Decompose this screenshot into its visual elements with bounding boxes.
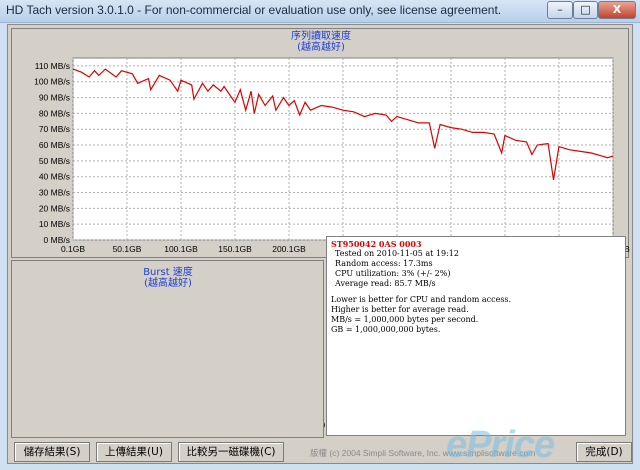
read-y-tick-label: 30 MB/s bbox=[39, 188, 70, 198]
read-x-tick-label: 50.1GB bbox=[113, 244, 142, 254]
burst-chart-panel: Burst 速度 (越高越好) bbox=[11, 260, 324, 438]
random-access: Random access: 17.3ms bbox=[335, 259, 433, 268]
note-higher-better: Higher is better for average read. bbox=[331, 305, 469, 314]
read-y-tick-label: 10 MB/s bbox=[39, 219, 70, 229]
read-y-tick-label: 110 MB/s bbox=[35, 61, 70, 71]
read-y-tick-label: 80 MB/s bbox=[39, 108, 70, 118]
read-y-tick-label: 20 MB/s bbox=[39, 203, 70, 213]
read-y-tick-label: 60 MB/s bbox=[39, 140, 70, 150]
drive-model: ST950042 0AS 0003 bbox=[331, 239, 422, 249]
compare-drive-button[interactable]: 比較另一磁碟機(C) bbox=[178, 442, 284, 462]
burst-chart-title-line2: (越高越好) bbox=[144, 278, 192, 289]
read-x-tick-label: 200.1GB bbox=[272, 244, 306, 254]
read-x-tick-label: 100.1GB bbox=[164, 244, 198, 254]
burst-chart-title-line1: Burst 速度 bbox=[143, 267, 193, 278]
read-y-tick-label: 40 MB/s bbox=[39, 172, 70, 182]
note-gb-definition: GB = 1,000,000,000 bytes. bbox=[331, 325, 441, 334]
read-y-tick-label: 50 MB/s bbox=[39, 156, 70, 166]
read-y-tick-label: 100 MB/s bbox=[34, 77, 70, 87]
read-x-tick-label: 150.1GB bbox=[218, 244, 252, 254]
note-lower-better: Lower is better for CPU and random acces… bbox=[331, 295, 512, 304]
read-y-tick-label: 70 MB/s bbox=[39, 124, 70, 134]
upload-results-button[interactable]: 上傳結果(U) bbox=[96, 442, 172, 462]
cpu-utilization: CPU utilization: 3% (+/- 2%) bbox=[335, 269, 451, 278]
average-read: Average read: 85.7 MB/s bbox=[335, 279, 436, 288]
done-button[interactable]: 完成(D) bbox=[576, 442, 632, 462]
read-y-tick-label: 90 MB/s bbox=[39, 93, 70, 103]
save-results-button[interactable]: 儲存結果(S) bbox=[14, 442, 90, 462]
note-mbs-definition: MB/s = 1,000,000 bytes per second. bbox=[331, 315, 479, 324]
results-info-panel: ST950042 0AS 0003 Tested on 2010-11-05 a… bbox=[326, 236, 626, 436]
read-x-tick-label: 0.1GB bbox=[61, 244, 85, 254]
tested-on: Tested on 2010-11-05 at 19:12 bbox=[335, 249, 459, 258]
eprice-watermark: ePrice bbox=[446, 424, 555, 466]
burst-chart-title: Burst 速度 (越高越好) bbox=[118, 267, 218, 289]
